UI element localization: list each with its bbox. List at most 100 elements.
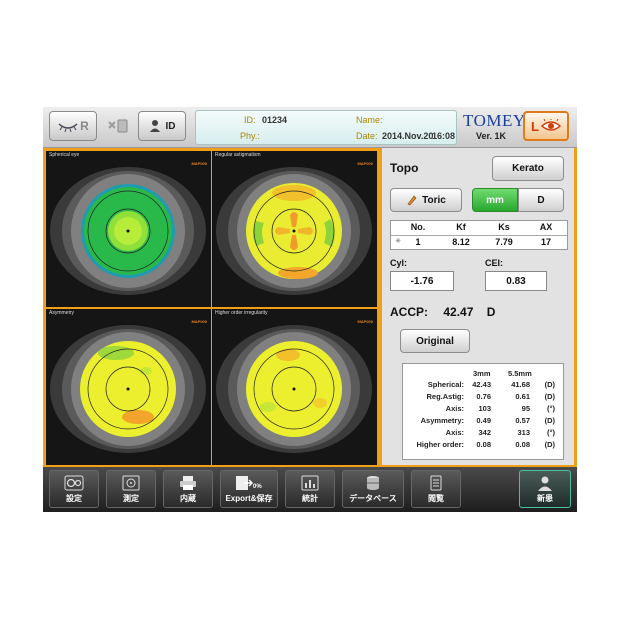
row-marker-icon: ✳ [395, 238, 401, 245]
stat-v1: 342 [478, 428, 491, 437]
settings-gear-icon [64, 475, 84, 491]
id-value: 01234 [262, 115, 288, 125]
stat-v2: 41.68 [511, 380, 530, 389]
tomey-logo: TOMEY [463, 111, 526, 130]
stat-v2: 0.61 [515, 392, 530, 401]
measure-label: 測定 [123, 494, 139, 503]
accp-unit: D [486, 305, 496, 319]
export-label: Export&保存 [225, 494, 273, 503]
cyl-value: -1.76 [390, 271, 454, 291]
version-label: Ver. 1K [475, 131, 507, 141]
new-patient-icon [538, 476, 552, 491]
map-title: Spherical eye [49, 152, 80, 158]
new-patient-button[interactable]: 新患 [519, 470, 571, 508]
kerato-button[interactable]: Kerato [492, 156, 564, 181]
cell-kf: 8.12 [452, 237, 470, 247]
col-3mm: 3mm [473, 369, 491, 378]
map-regular-astigmatism[interactable]: Regular astigmatism MAP000 [212, 151, 377, 307]
stat-v1: 0.49 [476, 416, 491, 425]
map-higher-order[interactable]: Higher order irregularity MAP000 [212, 309, 377, 465]
id-label: ID: [244, 115, 256, 125]
header-bar: R ID ID: 01234 Name: Phy.: Date: 2014.No… [43, 107, 577, 148]
accp-value: 42.47 [443, 305, 474, 319]
settings-button[interactable]: 設定 [49, 470, 99, 508]
cell-ax: 17 [540, 237, 551, 247]
map-spherical[interactable]: Spherical eye MAP000 [46, 151, 211, 307]
closed-eye-icon [58, 123, 78, 133]
printer-icon [180, 476, 196, 490]
stat-label: Higher order: [416, 440, 464, 449]
table-row[interactable]: ✳ 1 8.12 7.79 17 [391, 236, 567, 250]
id-button-label: ID [165, 120, 176, 132]
map-asymmetry[interactable]: Asymmetry MAP000 [46, 309, 211, 465]
toric-lens-icon [407, 195, 417, 206]
stat-label: Axis: [445, 404, 464, 413]
date-value: 2014.Nov.20 [382, 131, 434, 141]
stat-label: Axis: [445, 428, 464, 437]
stat-label: Asymmetry: [420, 416, 464, 425]
view-button[interactable]: 閲覧 [411, 470, 461, 508]
map-tag: MAP000 [357, 161, 373, 166]
cyl-label: Cyl: [390, 258, 408, 268]
phy-label: Phy.: [240, 131, 260, 141]
stat-unit: (D) [544, 440, 555, 449]
right-eye-label: R [80, 119, 89, 133]
topo-label: Topo [390, 161, 419, 175]
stat-label: Spherical: [427, 380, 464, 389]
database-button[interactable]: データベース [342, 470, 404, 508]
statistics-label: 統計 [302, 494, 318, 503]
accp-label: ACCP: [390, 305, 428, 319]
col-header-ks: Ks [498, 222, 510, 232]
col-5-5mm: 5.5mm [508, 369, 532, 378]
date-label: Date: [356, 131, 378, 141]
clear-card-icon [108, 119, 128, 133]
device-screen: R ID ID: 01234 Name: Phy.: Date: 2014.No… [43, 107, 577, 512]
spherical-map-graphic [46, 151, 211, 307]
cei-value: 0.83 [485, 271, 547, 291]
bar-chart-icon [301, 475, 319, 491]
higher-order-map-graphic [212, 309, 377, 465]
name-label: Name: [356, 115, 383, 125]
left-eye-button[interactable]: L [523, 111, 569, 141]
zernike-stats-box: 3mm 5.5mm Spherical: 42.43 41.68 (D) Reg… [402, 363, 564, 460]
topography-maps-panel: Spherical eye MAP000 Regular astigmatism… [43, 148, 380, 467]
document-list-icon [430, 475, 442, 491]
stat-v2: 0.57 [515, 416, 530, 425]
astigmatism-map-graphic [212, 151, 377, 307]
map-tag: MAP000 [357, 319, 373, 324]
brand-block: TOMEY Ver. 1K [463, 111, 526, 141]
toric-button[interactable]: Toric [390, 188, 462, 212]
bottom-toolbar: 設定 測定 内蔵 0% Export&保存 統計 データベース 閲覧 新患 [43, 467, 577, 512]
patient-info-box: ID: 01234 Name: Phy.: Date: 2014.Nov.20 … [195, 110, 457, 145]
open-eye-icon [540, 119, 561, 131]
clear-patient-button[interactable] [103, 111, 133, 141]
measure-button[interactable]: 測定 [106, 470, 156, 508]
export-save-button[interactable]: 0% Export&保存 [220, 470, 278, 508]
cell-ks: 7.79 [495, 237, 513, 247]
internal-label: 内蔵 [180, 494, 196, 503]
stat-v2: 95 [521, 404, 530, 413]
original-button[interactable]: Original [400, 329, 470, 353]
stat-label: Reg.Astig: [426, 392, 465, 401]
stat-v1: 0.76 [476, 392, 491, 401]
cei-label: CEI: [485, 258, 503, 268]
stat-v1: 103 [478, 404, 491, 413]
view-label: 閲覧 [428, 494, 444, 503]
mm-toggle[interactable]: mm [472, 188, 518, 212]
d-toggle[interactable]: D [518, 188, 564, 212]
stat-unit: (°) [547, 404, 555, 413]
right-eye-button[interactable]: R [49, 111, 97, 141]
stat-unit: (D) [544, 392, 555, 401]
stat-unit: (°) [547, 428, 555, 437]
map-title: Asymmetry [49, 310, 74, 316]
map-title: Higher order irregularity [215, 310, 268, 316]
col-header-ax: AX [539, 222, 553, 232]
statistics-button[interactable]: 統計 [285, 470, 335, 508]
time-value: 16:08 [432, 131, 456, 141]
patient-id-button[interactable]: ID [138, 111, 186, 141]
stat-unit: (D) [544, 380, 555, 389]
person-icon [149, 120, 160, 132]
internal-print-button[interactable]: 内蔵 [163, 470, 213, 508]
stat-v2: 0.08 [515, 440, 530, 449]
asymmetry-map-graphic [46, 309, 211, 465]
